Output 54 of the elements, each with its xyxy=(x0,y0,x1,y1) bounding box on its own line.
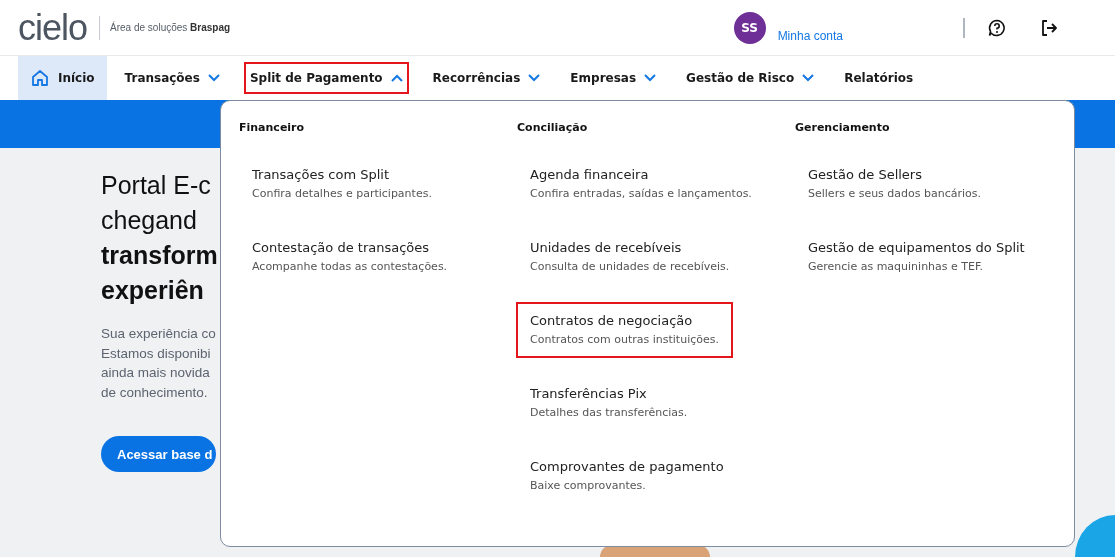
menu-item-description: Consulta de unidades de recebíveis. xyxy=(530,260,730,273)
menu-item[interactable]: Gestão de equipamentos do Split Gerencie as maquininhas e TEF. xyxy=(794,229,1039,285)
menu-item-title: Unidades de recebíveis xyxy=(530,240,683,255)
logout-icon[interactable] xyxy=(1039,17,1059,38)
menu-item-description: Confira entradas, saídas e lançamentos. xyxy=(530,187,752,200)
column-heading: Conciliação xyxy=(517,121,589,134)
menu-item-description: Sellers e seus dados bancários. xyxy=(808,187,982,200)
menu-item[interactable]: Transações com Split Confira detalhes e participantes. xyxy=(238,156,446,212)
logo: cielo xyxy=(18,9,88,46)
hero-heading-line: chegand xyxy=(101,205,197,236)
menu-item[interactable]: Comprovantes de pagamento Baixe comprovantes. xyxy=(516,448,738,504)
nav-tab[interactable]: Gestão de Risco xyxy=(674,56,827,100)
nav-tab[interactable]: Início xyxy=(18,56,107,100)
menu-item[interactable]: Transferências Pix Detalhes das transferências. xyxy=(516,375,702,431)
menu-item-description: Detalhes das transferências. xyxy=(530,406,688,419)
menu-item[interactable]: Agenda financeira Confira entradas, saídas e lançamentos. xyxy=(516,156,766,212)
knowledge-base-button[interactable]: Acessar base d xyxy=(101,436,217,472)
menu-item-title: Contestação de transações xyxy=(252,240,431,255)
menu-item[interactable]: Unidades de recebíveis Consulta de unidades de recebíveis. xyxy=(516,229,744,285)
menu-item-title: Transferências Pix xyxy=(530,386,648,401)
menu-item-title: Comprovantes de pagamento xyxy=(530,459,724,474)
account-link[interactable]: Minha conta xyxy=(777,28,843,43)
hero-text-line: Sua experiência co xyxy=(101,325,216,343)
hero-text-line: de conhecimento. xyxy=(101,383,208,402)
avatar[interactable]: SS xyxy=(733,11,766,44)
column-heading: Financeiro xyxy=(239,121,306,134)
decorative-shape xyxy=(1075,515,1115,557)
menu-item-title: Gestão de Sellers xyxy=(808,167,923,182)
subtitle: Área de soluções Braspag xyxy=(110,22,231,33)
nav-tab[interactable]: Transações xyxy=(112,56,232,100)
home-icon xyxy=(30,68,50,88)
menu-item-title: Contratos de negociação xyxy=(530,313,694,328)
menu-item-description: Confira detalhes e participantes. xyxy=(252,187,432,200)
hero-heading-line: transform xyxy=(101,240,218,271)
hero-text-line: ainda mais novida xyxy=(101,364,210,382)
menu-item[interactable]: Contratos de negociação Contratos com outras instituições. xyxy=(516,302,733,358)
menu-item-description: Contratos com outras instituições. xyxy=(530,333,719,346)
hero-heading-line: Portal E-c xyxy=(101,170,211,201)
hero-text-line: Estamos disponibi xyxy=(101,344,211,363)
hero-heading-line: experiên xyxy=(101,275,204,306)
help-icon[interactable] xyxy=(987,17,1007,38)
menu-item-description: Gerencie as maquininhas e TEF. xyxy=(808,260,985,273)
menu-item-title: Gestão de equipamentos do Split xyxy=(808,240,1025,255)
column-heading: Gerenciamento xyxy=(795,121,891,134)
menu-item-title: Agenda financeira xyxy=(530,167,650,182)
menu-item[interactable]: Gestão de Sellers Sellers e seus dados bancários. xyxy=(794,156,996,212)
menu-item[interactable]: Contestação de transações Acompanhe todas as contestações. xyxy=(238,229,462,285)
nav-tab[interactable]: Recorrências xyxy=(420,56,553,100)
nav-tab[interactable]: Empresas xyxy=(558,56,669,100)
menu-item-description: Baixe comprovantes. xyxy=(530,479,647,492)
nav-tab[interactable]: Relatórios xyxy=(832,56,926,100)
menu-item-description: Acompanhe todas as contestações. xyxy=(252,260,448,273)
nav-tab[interactable]: Split de Pagamento xyxy=(237,56,415,100)
menu-item-title: Transações com Split xyxy=(252,167,391,182)
